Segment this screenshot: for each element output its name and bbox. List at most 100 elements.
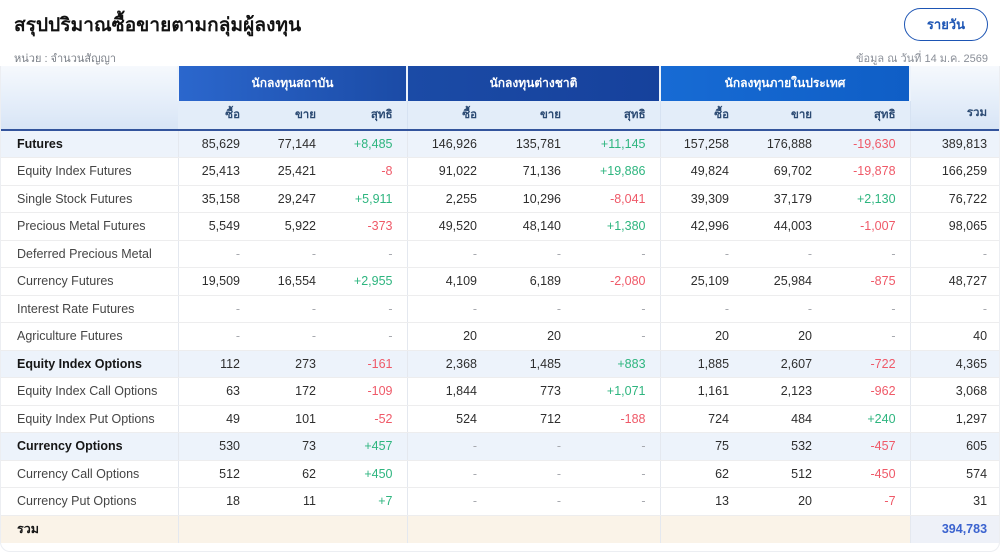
table-row: Futures85,62977,144+8,485146,926135,781+… xyxy=(1,130,1000,158)
cell-value: -52 xyxy=(330,405,407,433)
cell-value: 4,109 xyxy=(407,268,491,296)
cell-value: - xyxy=(575,295,660,323)
cell-value: 49 xyxy=(178,405,254,433)
row-label: Currency Options xyxy=(1,433,178,461)
cell-value: - xyxy=(575,323,660,351)
cell-value: +2,130 xyxy=(826,185,910,213)
row-total-value: 3,068 xyxy=(910,378,1000,406)
cell-value: - xyxy=(575,460,660,488)
cell-value: -8,041 xyxy=(575,185,660,213)
page-title: สรุปปริมาณซื้อขายตามกลุ่มผู้ลงทุน xyxy=(14,10,988,40)
cell-value: 712 xyxy=(491,405,575,433)
table-row: Currency Futures19,50916,554+2,9554,1096… xyxy=(1,268,1000,296)
table-row: Equity Index Options112273-1612,3681,485… xyxy=(1,350,1000,378)
cell-value: 16,554 xyxy=(254,268,330,296)
table-row: Equity Index Call Options63172-1091,8447… xyxy=(1,378,1000,406)
table-row: Currency Put Options1811+7---1320-731 xyxy=(1,488,1000,516)
table-row: Deferred Precious Metal---------- xyxy=(1,240,1000,268)
column-header-sell: ขาย xyxy=(491,101,575,130)
cell-value: -19,878 xyxy=(826,158,910,186)
row-label: Equity Index Call Options xyxy=(1,378,178,406)
row-label: รวม xyxy=(1,515,178,543)
cell-value xyxy=(743,515,826,543)
cell-value: - xyxy=(254,240,330,268)
cell-value: 1,844 xyxy=(407,378,491,406)
cell-value: 773 xyxy=(491,378,575,406)
cell-value: +11,145 xyxy=(575,130,660,158)
cell-value: 42,996 xyxy=(660,213,743,241)
cell-value: 20 xyxy=(743,488,826,516)
cell-value: 62 xyxy=(254,460,330,488)
cell-value xyxy=(826,515,910,543)
cell-value: 530 xyxy=(178,433,254,461)
cell-value: - xyxy=(743,295,826,323)
cell-value: 176,888 xyxy=(743,130,826,158)
row-label: Equity Index Options xyxy=(1,350,178,378)
table-row: Currency Call Options51262+450---62512-4… xyxy=(1,460,1000,488)
cell-value: -7 xyxy=(826,488,910,516)
cell-value: 19,509 xyxy=(178,268,254,296)
cell-value: - xyxy=(178,323,254,351)
cell-value: 75 xyxy=(660,433,743,461)
cell-value: -2,080 xyxy=(575,268,660,296)
cell-value: - xyxy=(407,433,491,461)
cell-value: 62 xyxy=(660,460,743,488)
table-row: Equity Index Put Options49101-52524712-1… xyxy=(1,405,1000,433)
daily-period-button[interactable]: รายวัน xyxy=(904,8,988,41)
column-header-net: สุทธิ xyxy=(575,101,660,130)
cell-value: 532 xyxy=(743,433,826,461)
cell-value: 25,421 xyxy=(254,158,330,186)
cell-value: -188 xyxy=(575,405,660,433)
row-total-value: - xyxy=(910,240,1000,268)
column-header-net: สุทธิ xyxy=(330,101,407,130)
cell-value: 48,140 xyxy=(491,213,575,241)
cell-value: 101 xyxy=(254,405,330,433)
cell-value xyxy=(254,515,330,543)
grand-total-row: รวม394,783 xyxy=(1,515,1000,543)
cell-value xyxy=(491,515,575,543)
cell-value: - xyxy=(330,323,407,351)
cell-value: 2,607 xyxy=(743,350,826,378)
table-row: Currency Options53073+457---75532-457605 xyxy=(1,433,1000,461)
cell-value: - xyxy=(575,433,660,461)
cell-value: - xyxy=(491,240,575,268)
cell-value: -19,630 xyxy=(826,130,910,158)
row-total-value: 166,259 xyxy=(910,158,1000,186)
cell-value: +1,380 xyxy=(575,213,660,241)
cell-value: 37,179 xyxy=(743,185,826,213)
cell-value: +883 xyxy=(575,350,660,378)
cell-value: 2,368 xyxy=(407,350,491,378)
cell-value: 77,144 xyxy=(254,130,330,158)
table-row: Precious Metal Futures5,5495,922-37349,5… xyxy=(1,213,1000,241)
row-total-value: 31 xyxy=(910,488,1000,516)
cell-value: 724 xyxy=(660,405,743,433)
cell-value: 18 xyxy=(178,488,254,516)
cell-value: 1,485 xyxy=(491,350,575,378)
cell-value: 112 xyxy=(178,350,254,378)
cell-value: - xyxy=(575,488,660,516)
cell-value: 2,123 xyxy=(743,378,826,406)
cell-value: 39,309 xyxy=(660,185,743,213)
cell-value: -373 xyxy=(330,213,407,241)
cell-value xyxy=(330,515,407,543)
cell-value xyxy=(178,515,254,543)
row-total-value: 98,065 xyxy=(910,213,1000,241)
unit-label: หน่วย : จำนวนสัญญา xyxy=(14,49,988,67)
row-total-value: 40 xyxy=(910,323,1000,351)
cell-value: - xyxy=(660,240,743,268)
cell-value xyxy=(660,515,743,543)
row-total-value: 1,297 xyxy=(910,405,1000,433)
cell-value: - xyxy=(407,240,491,268)
cell-value: 63 xyxy=(178,378,254,406)
cell-value: 20 xyxy=(491,323,575,351)
investor-summary-table-container: นักลงทุนสถาบัน นักลงทุนต่างชาติ นักลงทุน… xyxy=(0,66,1000,552)
topbar: สรุปปริมาณซื้อขายตามกลุ่มผู้ลงทุน หน่วย … xyxy=(0,0,1000,66)
cell-value: 5,922 xyxy=(254,213,330,241)
cell-value: 91,022 xyxy=(407,158,491,186)
column-header-buy: ซื้อ xyxy=(660,101,743,130)
cell-value: 25,413 xyxy=(178,158,254,186)
cell-value: 44,003 xyxy=(743,213,826,241)
row-label: Currency Futures xyxy=(1,268,178,296)
cell-value: +19,886 xyxy=(575,158,660,186)
row-total-value: 605 xyxy=(910,433,1000,461)
